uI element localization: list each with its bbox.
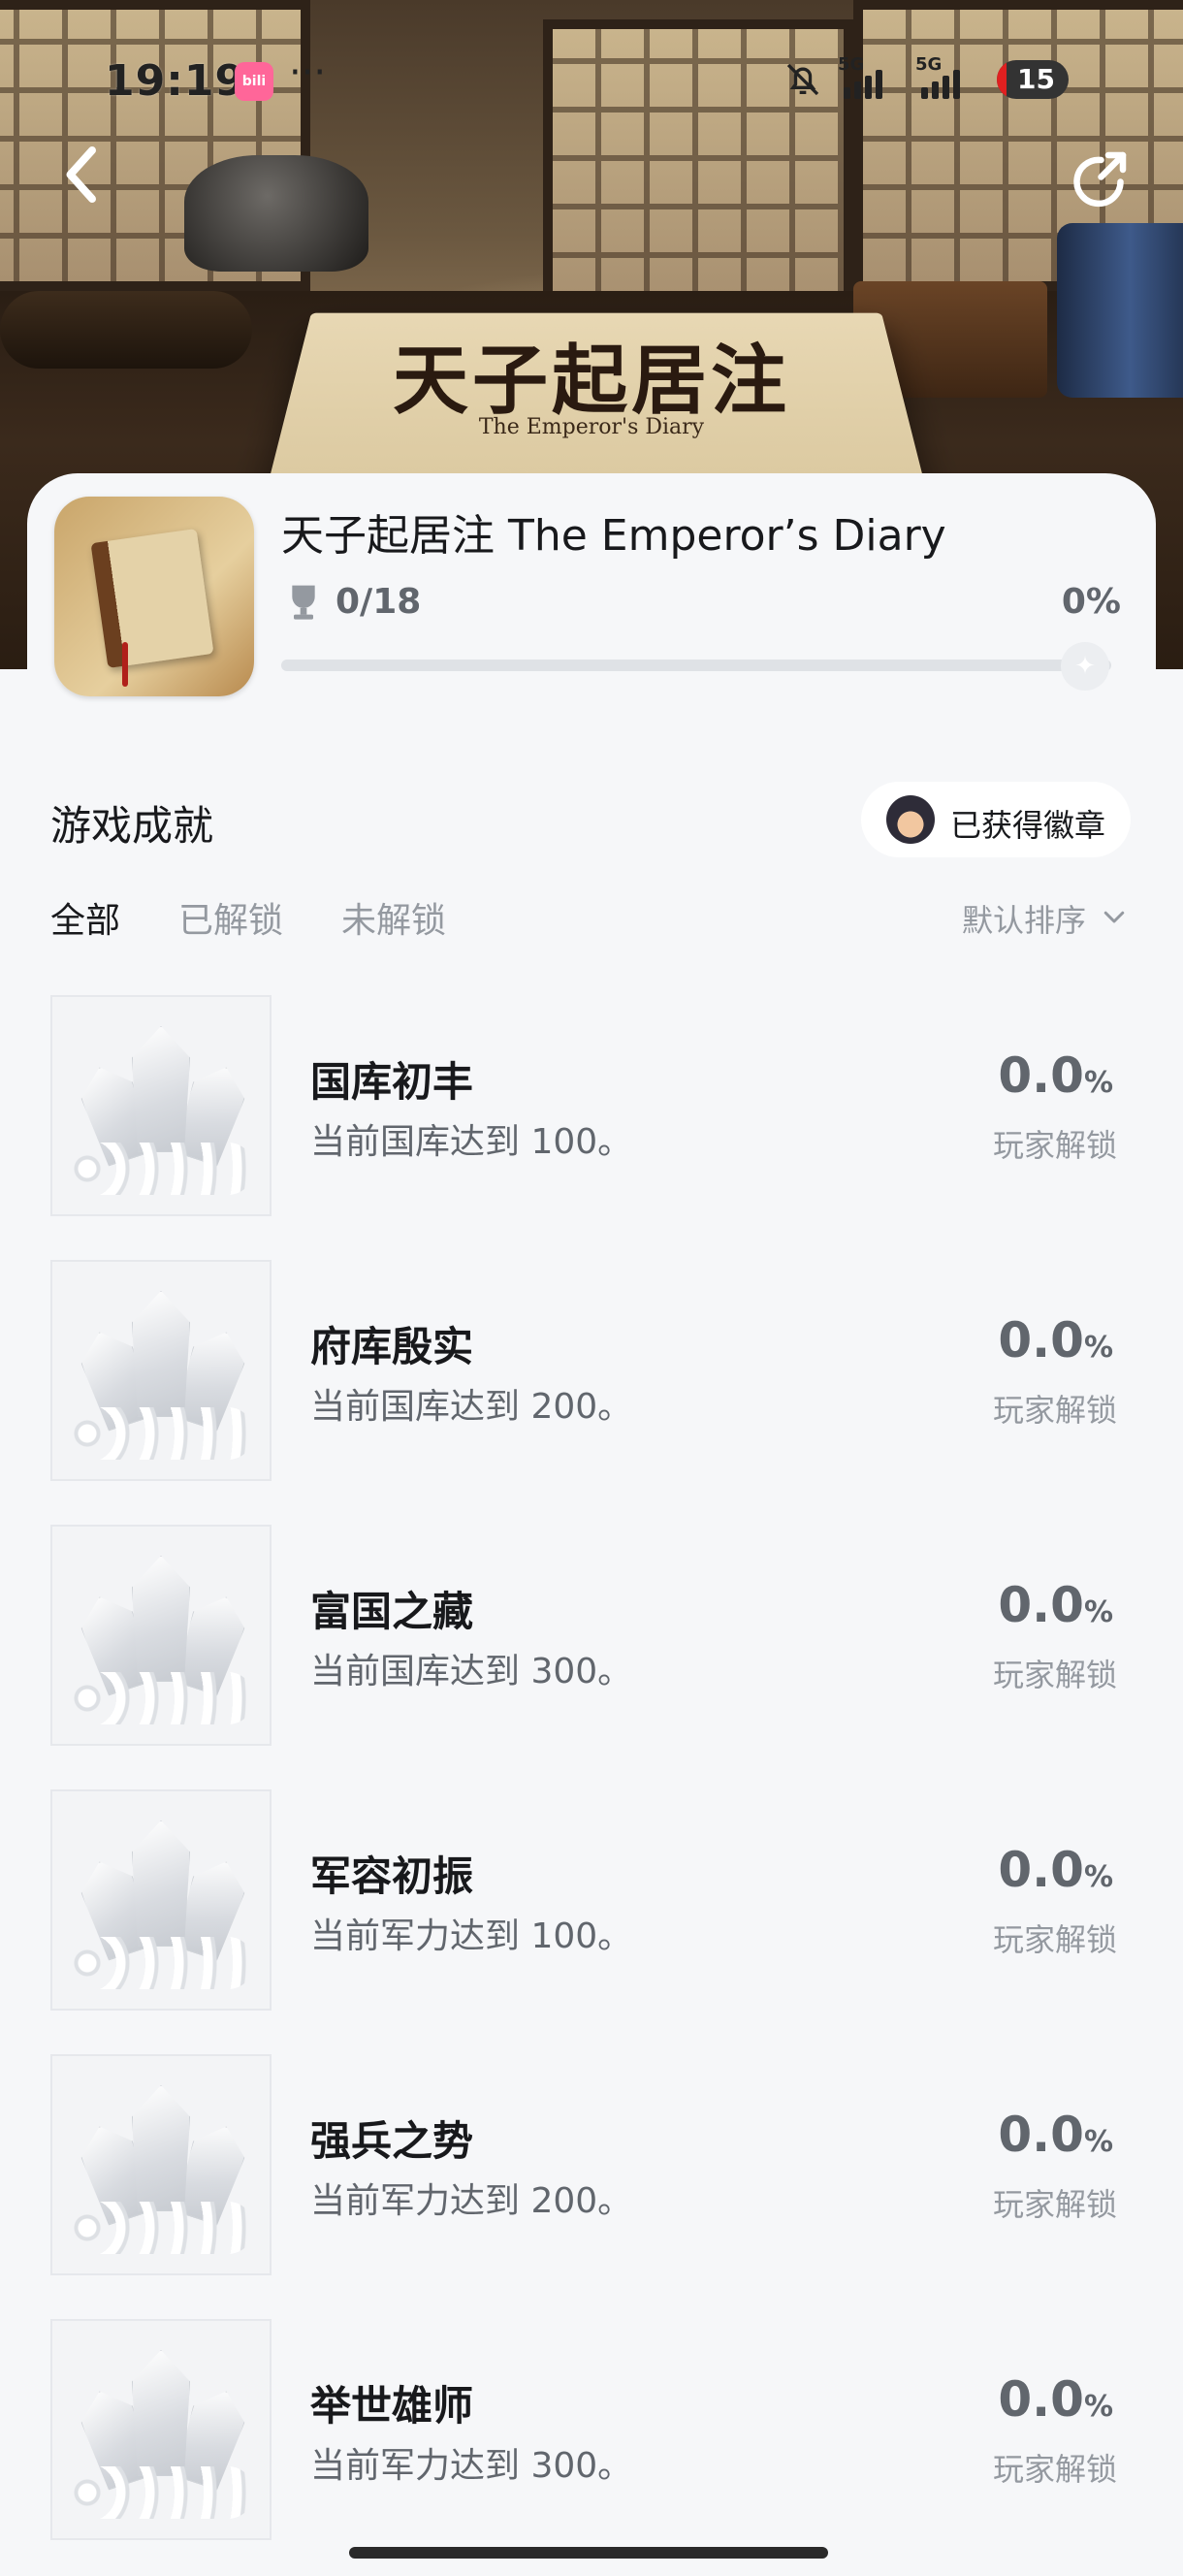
achievement-name: 府库殷实 — [310, 1323, 474, 1370]
incense-burner — [184, 155, 368, 272]
achievement-thumbnail — [50, 995, 272, 1216]
chevron-left-icon — [66, 146, 96, 203]
unlock-rate: 0.0% — [998, 2371, 1113, 2428]
achievement-name: 强兵之势 — [310, 2117, 474, 2165]
bell-muted-icon — [783, 60, 822, 108]
achievement-name: 军容初振 — [310, 1852, 474, 1900]
achievement-description: 当前军力达到 200。 — [310, 2181, 633, 2221]
achievement-name: 富国之藏 — [310, 1588, 474, 1635]
achievement-description: 当前国库达到 200。 — [310, 1387, 633, 1427]
game-icon[interactable] — [54, 497, 254, 696]
share-button[interactable] — [1065, 145, 1133, 213]
achievement-description: 当前军力达到 300。 — [310, 2446, 633, 2486]
achievement-thumbnail — [50, 2054, 272, 2275]
sort-dropdown[interactable]: 默认排序 — [962, 896, 1086, 941]
unlock-label: 玩家解锁 — [992, 1921, 1117, 1958]
achievement-item[interactable]: 军容初振 当前军力达到 100。 0.0% 玩家解锁 — [0, 1789, 1183, 2012]
unlock-label: 玩家解锁 — [992, 2451, 1117, 2488]
book-subtitle: The Emperor's Diary — [478, 415, 705, 439]
completion-progress-bar — [281, 660, 1111, 671]
share-icon — [1073, 151, 1127, 208]
tab-locked[interactable]: 未解锁 — [341, 892, 446, 943]
progress-star-icon: ✦ — [1061, 642, 1109, 691]
more-notifications-icon: ··· — [289, 50, 327, 95]
clock: 19:19 — [105, 56, 246, 106]
trophy-icon — [287, 584, 320, 623]
achievement-item[interactable]: 强兵之势 当前军力达到 200。 0.0% 玩家解锁 — [0, 2054, 1183, 2277]
achievement-thumbnail — [50, 1789, 272, 2011]
achievement-name: 举世雄师 — [310, 2382, 474, 2430]
completion-percent: 0% — [1061, 582, 1121, 622]
brush-pot — [1057, 223, 1183, 398]
achievement-item[interactable]: 富国之藏 当前国库达到 300。 0.0% 玩家解锁 — [0, 1525, 1183, 1748]
achievement-description: 当前军力达到 100。 — [310, 1916, 633, 1956]
scroll-decoration — [0, 291, 252, 369]
signal-indicator: 5G — [915, 54, 983, 99]
book-title: 天子起居注 — [392, 337, 790, 425]
unlock-label: 玩家解锁 — [992, 1127, 1117, 1164]
earned-badges-label: 已获得徽章 — [950, 807, 1106, 844]
achievement-count: 0/18 — [336, 582, 422, 622]
game-title: 天子起居注 The Emperor’s Diary — [281, 511, 946, 561]
status-bar: 19:19 bili ··· 5G 5G 15 — [0, 0, 1183, 155]
achievement-item[interactable]: 府库殷实 当前国库达到 200。 0.0% 玩家解锁 — [0, 1260, 1183, 1483]
achievement-item[interactable]: 国库初丰 当前国库达到 100。 0.0% 玩家解锁 — [0, 995, 1183, 1218]
battery-indicator: 15 — [997, 60, 1069, 99]
tab-unlocked[interactable]: 已解锁 — [178, 892, 283, 943]
back-button[interactable] — [53, 141, 112, 209]
achievement-thumbnail — [50, 1525, 272, 1746]
unlock-label: 玩家解锁 — [992, 1392, 1117, 1429]
bilibili-icon: bili — [235, 62, 273, 101]
achievement-name: 国库初丰 — [310, 1058, 474, 1106]
home-indicator[interactable] — [349, 2547, 828, 2559]
achievement-description: 当前国库达到 300。 — [310, 1652, 633, 1691]
signal-indicator: 5G — [838, 54, 906, 99]
badge-avatar-icon — [886, 795, 935, 844]
unlock-label: 玩家解锁 — [992, 1657, 1117, 1693]
unlock-rate: 0.0% — [998, 1047, 1113, 1104]
section-title: 游戏成就 — [50, 802, 214, 850]
unlock-label: 玩家解锁 — [992, 2186, 1117, 2223]
unlock-rate: 0.0% — [998, 2107, 1113, 2163]
tab-all[interactable]: 全部 — [50, 892, 120, 943]
achievement-item[interactable]: 举世雄师 当前军力达到 300。 0.0% 玩家解锁 — [0, 2319, 1183, 2542]
achievement-description: 当前国库达到 100。 — [310, 1122, 633, 1162]
chevron-down-icon[interactable] — [1100, 902, 1129, 931]
unlock-rate: 0.0% — [998, 1577, 1113, 1633]
achievement-thumbnail — [50, 1260, 272, 1481]
unlock-rate: 0.0% — [998, 1312, 1113, 1368]
achievement-thumbnail — [50, 2319, 272, 2540]
unlock-rate: 0.0% — [998, 1842, 1113, 1898]
